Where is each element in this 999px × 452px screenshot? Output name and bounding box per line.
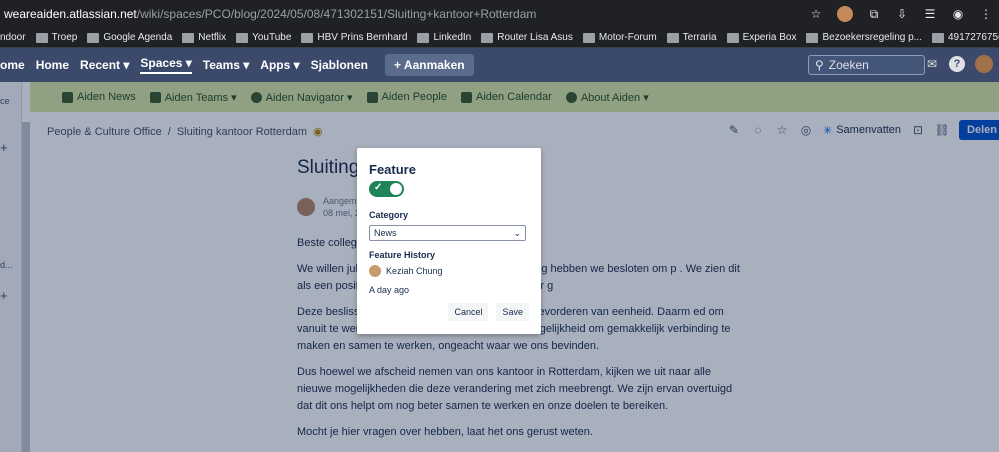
reading-list-icon[interactable]: ☰ (923, 7, 937, 21)
profile-avatar-icon[interactable] (837, 6, 853, 22)
bookmark-item[interactable]: Netflix (182, 32, 226, 43)
bookmark-label: YouTube (252, 32, 292, 43)
menu-icon[interactable]: ⋮ (979, 7, 993, 21)
category-value: News (374, 228, 397, 238)
bookmark-label: 49172767567_a788... (948, 32, 999, 43)
bookmark-label: Google Agenda (103, 32, 173, 43)
bookmark-label: HBV Prins Bernhard (317, 32, 408, 43)
nav-item-recent[interactable]: Recent ▾ (80, 58, 129, 72)
url-path: /wiki/spaces/PCO/blog/2024/05/08/4713021… (136, 7, 537, 21)
nav-item-home[interactable]: Home (36, 58, 69, 72)
bookmark-icon (806, 32, 819, 43)
chevron-down-icon: ⌄ (513, 227, 521, 238)
bookmark-item[interactable]: Google Agenda (87, 32, 172, 43)
toggle-knob (390, 183, 402, 195)
bookmark-icon (481, 32, 494, 43)
bookmark-label: Motor-Forum (598, 32, 657, 43)
bookmark-icon (582, 32, 595, 43)
history-user-avatar[interactable] (369, 265, 381, 277)
nav-item-home-cut[interactable]: ome (0, 58, 25, 72)
extensions-icon[interactable]: ⧉ (867, 7, 881, 21)
account-icon[interactable]: ◉ (951, 7, 965, 21)
url-host: weareaiden.atlassian.net (4, 7, 137, 21)
app-header: ome Home Recent ▾ Spaces ▾ Teams ▾ Apps … (0, 48, 999, 82)
bookmark-label: Terraria (682, 32, 717, 43)
feature-toggle[interactable]: ✓ (369, 181, 404, 197)
help-icon[interactable]: ? (949, 56, 965, 72)
history-user-name[interactable]: Keziah Chung (386, 266, 443, 276)
bookmark-item[interactable]: 49172767567_a788... (932, 32, 999, 43)
cancel-button[interactable]: Cancel (448, 303, 489, 321)
bookmark-icon (87, 32, 100, 43)
bookmark-label: Netflix (198, 32, 227, 43)
bookmark-item[interactable]: Terraria (666, 32, 717, 43)
bookmark-star-icon[interactable]: ☆ (809, 7, 823, 21)
search-icon: ⚲ (815, 58, 824, 72)
nav-item-teams[interactable]: Teams ▾ (203, 58, 250, 72)
bookmark-item[interactable]: HBV Prins Bernhard (301, 32, 407, 43)
bookmark-label: Troep (51, 32, 78, 43)
nav-item-templates[interactable]: Sjablonen (311, 58, 368, 72)
search-placeholder: Zoeken (828, 58, 869, 72)
bookmark-item[interactable]: Bezoekersregeling p... (806, 32, 922, 43)
bookmark-icon (301, 32, 314, 43)
bookmark-label: LinkedIn (433, 32, 472, 43)
create-button[interactable]: + Aanmaken (385, 54, 474, 76)
bookmark-label: Router Lisa Asus (497, 32, 573, 43)
bookmark-icon (182, 32, 195, 43)
bookmark-item[interactable]: Troep (35, 32, 78, 43)
bookmark-item[interactable]: ndoor (0, 32, 26, 43)
nav-item-spaces[interactable]: Spaces ▾ (140, 56, 192, 74)
category-select[interactable]: News ⌄ (369, 225, 526, 241)
bookmark-item[interactable]: LinkedIn (417, 32, 471, 43)
bookmark-item[interactable]: YouTube (236, 32, 291, 43)
bookmark-icon (666, 32, 679, 43)
bookmarks-bar: ndoor Troep Google Agenda Netflix YouTube HBV… (0, 28, 999, 48)
notifications-icon[interactable]: ✉ (925, 57, 939, 71)
bookmark-label: Bezoekersregeling p... (822, 32, 922, 43)
bookmark-icon (35, 32, 48, 43)
bookmark-icon (726, 32, 739, 43)
feature-dialog: Feature ✓ Category News ⌄ Feature Histor… (357, 148, 541, 334)
bookmark-label: ndoor (0, 32, 26, 43)
browser-url-bar[interactable]: weareaiden.atlassian.net/wiki/spaces/PCO… (0, 0, 999, 28)
history-label: Feature History (369, 250, 436, 260)
history-entry: Keziah Chung (369, 265, 529, 277)
bookmark-icon (417, 32, 430, 43)
nav-item-apps[interactable]: Apps ▾ (260, 58, 299, 72)
bookmark-item[interactable]: Router Lisa Asus (481, 32, 573, 43)
url-text[interactable]: weareaiden.atlassian.net/wiki/spaces/PCO… (4, 7, 536, 21)
bookmark-item[interactable]: Experia Box (726, 32, 797, 43)
save-button[interactable]: Save (496, 303, 529, 321)
check-icon: ✓ (374, 182, 383, 193)
download-icon[interactable]: ⇩ (895, 7, 909, 21)
bookmark-icon (932, 32, 944, 43)
history-time: A day ago (369, 285, 410, 295)
search-input[interactable]: ⚲ Zoeken (808, 55, 925, 75)
category-label: Category (369, 210, 409, 220)
bookmark-label: Experia Box (742, 32, 797, 43)
bookmark-item[interactable]: Motor-Forum (582, 32, 657, 43)
bookmark-icon (236, 32, 249, 43)
user-avatar[interactable] (975, 55, 993, 73)
dialog-title: Feature (369, 162, 416, 177)
